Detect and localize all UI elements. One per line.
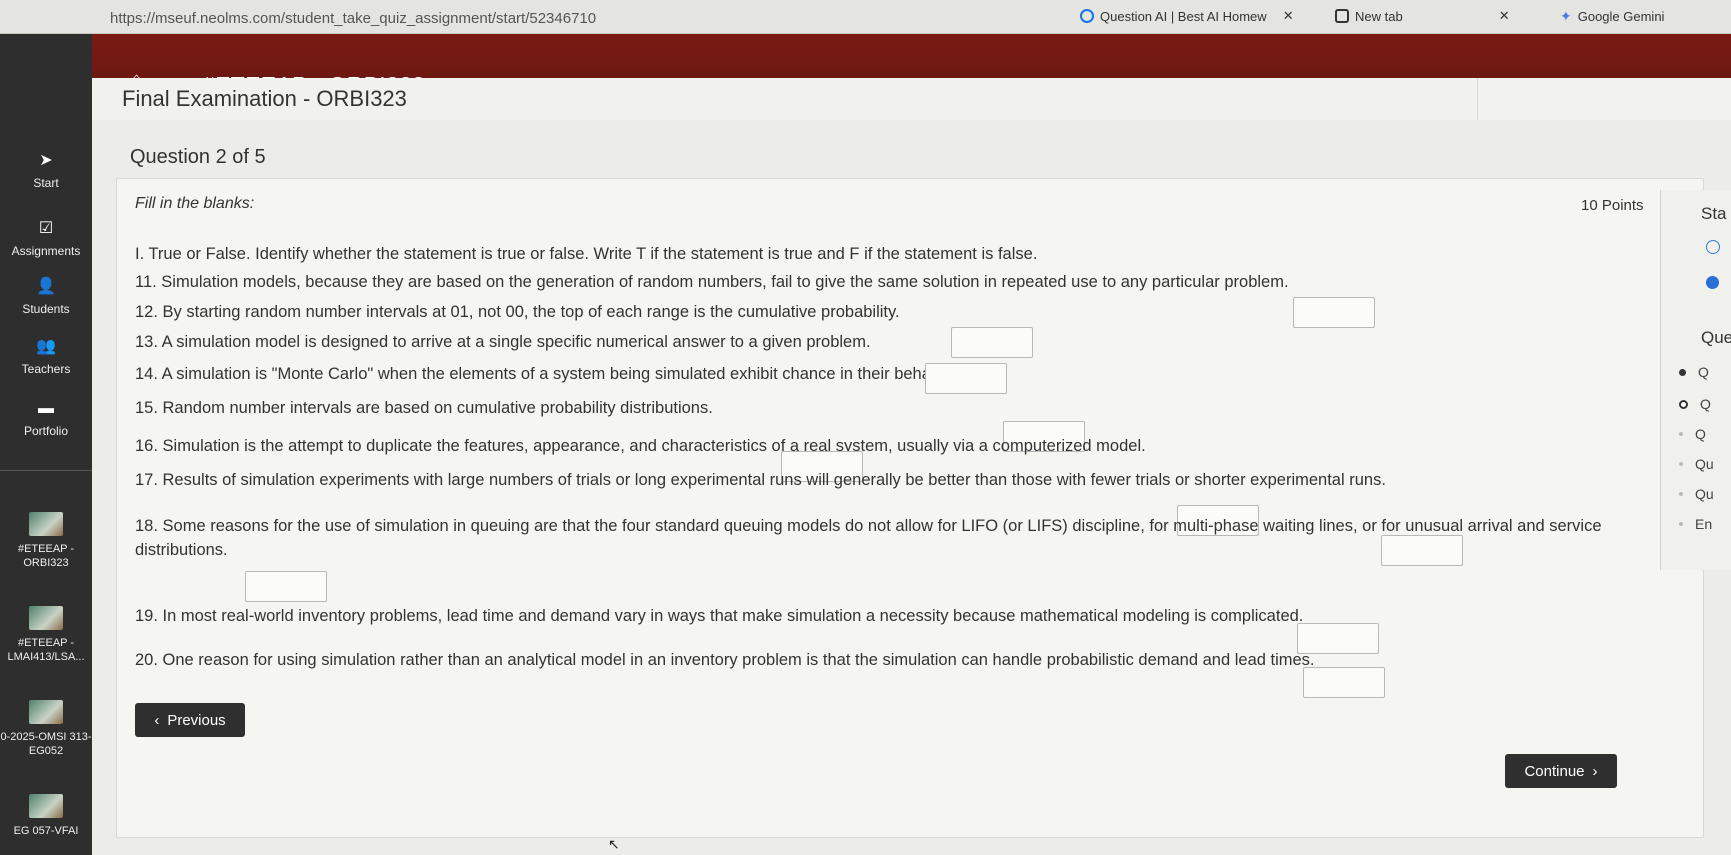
sidebar-item-start[interactable]: ➤ Start: [0, 152, 92, 192]
sidebar-item-students[interactable]: 👤 Students: [0, 278, 92, 318]
course-thumbnail: [29, 606, 63, 630]
question-nav-3[interactable]: Q: [1679, 426, 1706, 442]
question-card: Fill in the blanks: 10 Points I. True or…: [116, 178, 1704, 838]
tab-label: Question AI | Best AI Homew: [1100, 8, 1267, 24]
question-item-19: 19. In most real-world inventory problem…: [135, 607, 1304, 625]
answer-input-17[interactable]: [1381, 535, 1463, 566]
course-thumbnail: [29, 512, 63, 536]
chevron-left-icon: ‹: [154, 711, 160, 729]
sidebar-item-label: Students: [22, 302, 70, 316]
sidebar-item-label: Portfolio: [23, 424, 69, 438]
exam-title-bar: Final Examination - ORBI323: [92, 78, 1477, 120]
tab-question-ai[interactable]: Question AI | Best AI Homew ✕: [1080, 4, 1294, 28]
question-item-18-cont: distributions.: [135, 541, 228, 559]
question-number: Question 2 of 5: [130, 146, 266, 168]
previous-label: Previous: [167, 711, 226, 729]
sidebar-course-eteeap-lmai413[interactable]: #ETEEAP - LMAI413/LSA...: [0, 606, 92, 664]
answer-input-19[interactable]: [1297, 623, 1379, 654]
quiz-main-area: Question 2 of 5 Fill in the blanks: 10 P…: [92, 120, 1731, 855]
question-nav-end[interactable]: En: [1679, 516, 1712, 532]
question-item-12: 12. By starting random number intervals …: [135, 303, 900, 321]
folder-icon: ▬: [38, 400, 54, 417]
question-nav-2[interactable]: Q: [1679, 396, 1711, 412]
sidebar-item-assignments[interactable]: ☑ Assignments: [0, 220, 92, 260]
continue-button[interactable]: Continue ›: [1505, 754, 1617, 788]
answer-input-18[interactable]: [245, 571, 327, 602]
sidebar-course-eteeap-orbi323[interactable]: #ETEEAP - ORBI323: [0, 512, 92, 570]
course-label: EG 057-VFAI: [13, 825, 79, 837]
gemini-icon: ✦: [1560, 7, 1572, 24]
answer-input-20[interactable]: [1303, 667, 1385, 698]
tab-new-tab[interactable]: New tab ✕: [1335, 4, 1510, 28]
course-thumbnail: [29, 700, 63, 724]
info-icon[interactable]: [1706, 276, 1719, 289]
answered-dot-icon: [1679, 368, 1686, 376]
sidebar-divider: [0, 470, 92, 471]
question-points: 10 Points: [1581, 197, 1644, 214]
address-bar-url[interactable]: https://mseuf.neolms.com/student_take_qu…: [110, 10, 596, 27]
pending-dot-icon: [1679, 522, 1683, 526]
start-panel-label: Sta: [1701, 204, 1727, 223]
answer-input-12[interactable]: [951, 327, 1033, 358]
question-item-17: 17. Results of simulation experiments wi…: [135, 471, 1386, 489]
question-nav-5[interactable]: Qu: [1679, 486, 1714, 502]
sidebar-course-eg057[interactable]: EG 057-VFAI: [0, 794, 92, 838]
tab-google-gemini[interactable]: ✦ Google Gemini: [1560, 4, 1664, 28]
close-icon[interactable]: ✕: [1499, 8, 1510, 24]
sidebar-item-label: Start: [33, 176, 59, 190]
course-thumbnail: [29, 794, 63, 818]
question-item-16: 16. Simulation is the attempt to duplica…: [135, 437, 1146, 455]
question-item-20: 20. One reason for using simulation rath…: [135, 651, 1315, 669]
left-sidebar: ➤ Start ☑ Assignments 👤 Students 👥 Teach…: [0, 34, 92, 855]
clock-icon: [1706, 240, 1720, 254]
question-item-11: 11. Simulation models, because they are …: [135, 273, 1289, 291]
course-label: #ETEEAP - ORBI323: [17, 543, 75, 569]
answer-input-11[interactable]: [1293, 297, 1375, 328]
browser-top-bar: https://mseuf.neolms.com/student_take_qu…: [0, 0, 1731, 34]
tab-label: Google Gemini: [1577, 8, 1665, 24]
sidebar-item-portfolio[interactable]: ▬ Portfolio: [0, 400, 92, 440]
exam-title: Final Examination - ORBI323: [122, 86, 407, 111]
question-item-15: 15. Random number intervals are based on…: [135, 399, 713, 417]
tab-label: New tab: [1355, 8, 1403, 24]
questions-panel-label: Ques: [1701, 328, 1731, 347]
new-tab-icon: [1335, 9, 1349, 23]
question-item-14: 14. A simulation is "Monte Carlo" when t…: [135, 365, 962, 383]
send-icon: ➤: [39, 152, 53, 169]
sidebar-item-label: Assignments: [11, 244, 81, 258]
question-instruction: Fill in the blanks:: [135, 195, 255, 212]
mouse-cursor-icon: ↖: [608, 836, 620, 852]
question-item-13: 13. A simulation model is designed to ar…: [135, 333, 871, 351]
answer-input-13[interactable]: [925, 363, 1007, 394]
pending-dot-icon: [1679, 432, 1683, 436]
pending-dot-icon: [1679, 462, 1683, 466]
question-nav-1[interactable]: Q: [1679, 364, 1709, 380]
close-icon[interactable]: ✕: [1283, 8, 1294, 24]
course-label: 0-2025-OMSI 313-EG052: [0, 731, 92, 757]
checkbox-icon: ☑: [38, 220, 54, 237]
course-label: #ETEEAP - LMAI413/LSA...: [7, 637, 85, 663]
sidebar-item-label: Teachers: [21, 362, 71, 376]
continue-label: Continue: [1524, 762, 1585, 780]
right-status-panel: Sta Ques Q Q Q Qu Qu En: [1660, 190, 1731, 570]
question-ai-icon: [1080, 9, 1094, 23]
chevron-right-icon: ›: [1592, 762, 1598, 780]
pending-dot-icon: [1679, 492, 1683, 496]
question-nav-4[interactable]: Qu: [1679, 456, 1714, 472]
previous-button[interactable]: ‹ Previous: [135, 703, 245, 737]
person-icon: 👤: [36, 278, 56, 295]
section-heading: I. True or False. Identify whether the s…: [135, 245, 1038, 263]
current-dot-icon: [1679, 399, 1688, 409]
question-item-18: 18. Some reasons for the use of simulati…: [135, 517, 1602, 535]
sidebar-course-omsi313[interactable]: 0-2025-OMSI 313-EG052: [0, 700, 92, 758]
sidebar-item-teachers[interactable]: 👥 Teachers: [0, 338, 92, 378]
teacher-icon: 👥: [36, 338, 56, 355]
